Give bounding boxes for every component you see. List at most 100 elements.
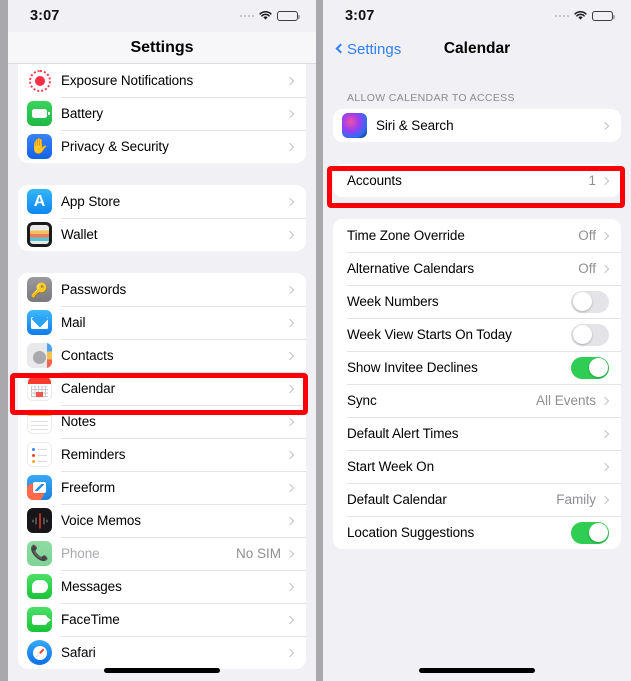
status-time: 3:07 (30, 8, 60, 24)
settings-row-week-numbers[interactable]: Week Numbers (333, 285, 621, 318)
chevron-right-icon (285, 483, 295, 492)
row-label: Show Invitee Declines (347, 360, 478, 375)
row-label: Privacy & Security (61, 139, 169, 154)
settings-row-phone[interactable]: 📞 Phone No SIM (18, 537, 306, 570)
signal-dots-icon (239, 14, 254, 18)
notes-icon (27, 409, 52, 434)
settings-row-facetime[interactable]: FaceTime (18, 603, 306, 636)
app-store-icon: A (27, 189, 52, 214)
settings-row-calendar[interactable]: Calendar (18, 372, 306, 405)
chevron-right-icon (285, 109, 295, 118)
settings-row-app-store[interactable]: A App Store (18, 185, 306, 218)
section-header-allow-access: ALLOW CALENDAR TO ACCESS (347, 92, 515, 104)
settings-row-voice-memos[interactable]: Voice Memos (18, 504, 306, 537)
right-nav-bar: Settings Calendar (323, 32, 631, 66)
row-label: Contacts (61, 348, 114, 363)
row-label: Week View Starts On Today (347, 327, 512, 342)
week-numbers-toggle[interactable] (571, 290, 609, 313)
mail-icon (27, 310, 52, 335)
contacts-icon (27, 343, 52, 368)
settings-row-passwords[interactable]: 🔑 Passwords (18, 273, 306, 306)
passwords-icon: 🔑 (27, 277, 52, 302)
chevron-right-icon (600, 396, 610, 405)
week-view-starts-on-today-toggle[interactable] (571, 323, 609, 346)
row-label: FaceTime (61, 612, 120, 627)
location-suggestions-toggle[interactable] (571, 521, 609, 544)
chevron-right-icon (285, 384, 295, 393)
right-scroll-content[interactable]: ALLOW CALENDAR TO ACCESS Siri & Search A… (323, 66, 631, 549)
chevron-right-icon (285, 351, 295, 360)
chevron-right-icon (285, 197, 295, 206)
screenshot-stage: 3:07 Settings Exposure Notifications Bat… (0, 0, 631, 681)
wifi-icon (574, 11, 587, 21)
exposure-notifications-icon (27, 68, 52, 93)
back-button[interactable]: Settings (335, 41, 401, 58)
chevron-right-icon (285, 549, 295, 558)
row-label: Accounts (347, 173, 402, 188)
row-label: Alternative Calendars (347, 261, 474, 276)
settings-row-freeform[interactable]: Freeform (18, 471, 306, 504)
settings-row-week-view-starts-on-today[interactable]: Week View Starts On Today (333, 318, 621, 351)
right-phone-calendar-settings: 3:07 Settings Calendar ALLOW CALENDAR TO… (323, 0, 631, 681)
row-label: Freeform (61, 480, 115, 495)
settings-row-accounts[interactable]: Accounts 1 (333, 164, 621, 197)
row-label: App Store (61, 194, 121, 209)
settings-group-calendar-settings: Time Zone Override Off Alternative Calen… (333, 219, 621, 549)
chevron-right-icon (285, 582, 295, 591)
settings-row-messages[interactable]: Messages (18, 570, 306, 603)
row-label: Safari (61, 645, 96, 660)
freeform-icon (27, 475, 52, 500)
settings-row-siri-search[interactable]: Siri & Search (333, 109, 621, 142)
settings-row-wallet[interactable]: Wallet (18, 218, 306, 251)
row-label: Reminders (61, 447, 126, 462)
settings-row-sync[interactable]: Sync All Events (333, 384, 621, 417)
settings-row-start-week-on[interactable]: Start Week On (333, 450, 621, 483)
right-status-bar: 3:07 (323, 0, 631, 32)
chevron-right-icon (600, 264, 610, 273)
settings-group-system: Exposure Notifications Battery ✋ Privacy… (18, 64, 306, 163)
row-label: Battery (61, 106, 104, 121)
chevron-right-icon (600, 121, 610, 130)
settings-row-notes[interactable]: Notes (18, 405, 306, 438)
chevron-right-icon (285, 615, 295, 624)
chevron-right-icon (285, 450, 295, 459)
left-scroll-content[interactable]: Exposure Notifications Battery ✋ Privacy… (8, 64, 316, 669)
battery-icon (592, 10, 615, 22)
row-value: All Events (535, 393, 596, 408)
chevron-right-icon (600, 429, 610, 438)
settings-row-default-calendar[interactable]: Default Calendar Family (333, 483, 621, 516)
chevron-left-icon (335, 43, 346, 54)
settings-row-privacy-security[interactable]: ✋ Privacy & Security (18, 130, 306, 163)
settings-row-location-suggestions[interactable]: Location Suggestions (333, 516, 621, 549)
settings-row-show-invitee-declines[interactable]: Show Invitee Declines (333, 351, 621, 384)
wifi-icon (259, 11, 272, 21)
row-label: Messages (61, 579, 122, 594)
row-label: Sync (347, 393, 377, 408)
status-indicators (239, 10, 300, 22)
wallet-icon (27, 222, 52, 247)
signal-dots-icon (554, 14, 569, 18)
chevron-right-icon (285, 648, 295, 657)
row-label: Voice Memos (61, 513, 141, 528)
status-indicators (554, 10, 615, 22)
settings-row-contacts[interactable]: Contacts (18, 339, 306, 372)
settings-row-reminders[interactable]: Reminders (18, 438, 306, 471)
settings-row-default-alert-times[interactable]: Default Alert Times (333, 417, 621, 450)
settings-row-battery[interactable]: Battery (18, 97, 306, 130)
status-time: 3:07 (345, 8, 375, 24)
row-value: No SIM (235, 546, 281, 561)
left-status-bar: 3:07 (8, 0, 316, 32)
settings-row-exposure-notifications[interactable]: Exposure Notifications (18, 64, 306, 97)
settings-row-alternative-calendars[interactable]: Alternative Calendars Off (333, 252, 621, 285)
chevron-right-icon (285, 76, 295, 85)
settings-row-mail[interactable]: Mail (18, 306, 306, 339)
battery-app-icon (27, 101, 52, 126)
row-label: Location Suggestions (347, 525, 475, 540)
settings-row-time-zone-override[interactable]: Time Zone Override Off (333, 219, 621, 252)
row-value: Family (556, 492, 596, 507)
chevron-right-icon (285, 230, 295, 239)
row-label: Exposure Notifications (61, 73, 194, 88)
settings-row-safari[interactable]: Safari (18, 636, 306, 669)
show-invitee-declines-toggle[interactable] (571, 356, 609, 379)
home-indicator (104, 668, 220, 673)
